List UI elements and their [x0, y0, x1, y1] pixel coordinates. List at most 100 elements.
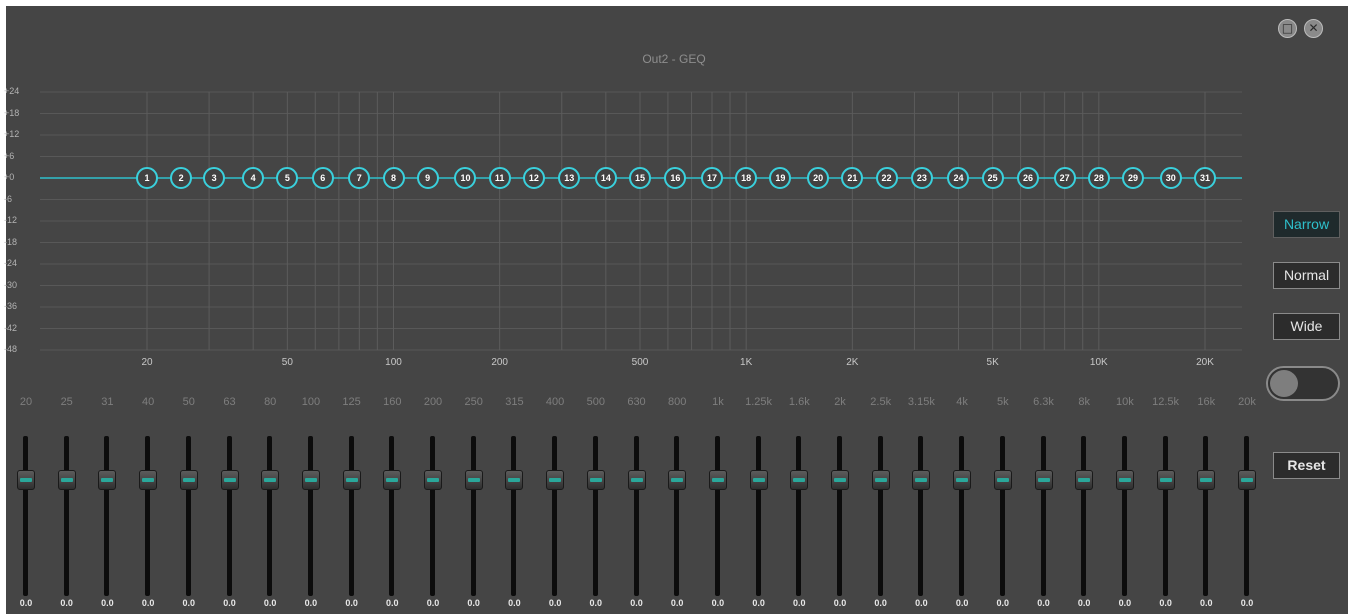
- normal-button[interactable]: Normal: [1273, 262, 1340, 289]
- fader-7[interactable]: [261, 436, 280, 596]
- bypass-toggle[interactable]: [1266, 366, 1340, 401]
- fader-23[interactable]: [912, 436, 931, 596]
- band-node-28[interactable]: 28: [1087, 167, 1110, 189]
- fader-15[interactable]: [586, 436, 605, 596]
- fader-16[interactable]: [627, 436, 646, 596]
- fader-value: 0.0: [101, 598, 114, 608]
- fader-knob[interactable]: [1156, 470, 1175, 490]
- fader-28[interactable]: [1115, 436, 1134, 596]
- band-node-6[interactable]: 6: [311, 167, 334, 189]
- fader-13[interactable]: [505, 436, 524, 596]
- band-node-3[interactable]: 3: [203, 167, 226, 189]
- fader-17[interactable]: [668, 436, 687, 596]
- narrow-button[interactable]: Narrow: [1273, 211, 1340, 238]
- fader-19[interactable]: [749, 436, 768, 596]
- fader-9[interactable]: [342, 436, 361, 596]
- band-node-22[interactable]: 22: [875, 167, 898, 189]
- fader-24[interactable]: [953, 436, 972, 596]
- band-node-4[interactable]: 4: [242, 167, 265, 189]
- band-node-23[interactable]: 23: [910, 167, 933, 189]
- fader-knob[interactable]: [668, 470, 687, 490]
- band-node-9[interactable]: 9: [416, 167, 439, 189]
- fader-6[interactable]: [220, 436, 239, 596]
- fader-knob[interactable]: [261, 470, 280, 490]
- fader-knob[interactable]: [220, 470, 239, 490]
- band-node-29[interactable]: 29: [1122, 167, 1144, 189]
- fader-1[interactable]: [17, 436, 35, 596]
- band-node-18[interactable]: 18: [735, 167, 758, 189]
- fader-knob[interactable]: [1197, 470, 1216, 490]
- fader-knob[interactable]: [1034, 470, 1053, 490]
- band-node-30[interactable]: 30: [1159, 167, 1182, 189]
- fader-knob[interactable]: [749, 470, 768, 490]
- band-node-17[interactable]: 17: [700, 167, 723, 189]
- fader-11[interactable]: [424, 436, 442, 596]
- band-node-2[interactable]: 2: [170, 167, 193, 189]
- fader-knob[interactable]: [1238, 470, 1256, 490]
- fader-knob[interactable]: [1075, 470, 1094, 490]
- fader-knob[interactable]: [993, 470, 1012, 490]
- fader-knob[interactable]: [57, 470, 76, 490]
- fader-3[interactable]: [98, 436, 117, 596]
- band-node-15[interactable]: 15: [629, 167, 651, 189]
- fader-knob[interactable]: [586, 470, 605, 490]
- band-node-8[interactable]: 8: [382, 167, 405, 189]
- fader-30[interactable]: [1197, 436, 1216, 596]
- fader-29[interactable]: [1156, 436, 1175, 596]
- fader-knob[interactable]: [17, 470, 35, 490]
- fader-knob[interactable]: [546, 470, 565, 490]
- fader-knob[interactable]: [301, 470, 320, 490]
- fader-4[interactable]: [139, 436, 158, 596]
- fader-18[interactable]: [708, 436, 727, 596]
- band-node-12[interactable]: 12: [522, 167, 545, 189]
- fader-knob[interactable]: [98, 470, 117, 490]
- fader-knob[interactable]: [383, 470, 402, 490]
- fader-freq-label: 2.5k: [870, 396, 892, 408]
- fader-8[interactable]: [301, 436, 320, 596]
- band-node-11[interactable]: 11: [488, 167, 511, 189]
- fader-value: 0.0: [589, 598, 603, 608]
- band-node-26[interactable]: 26: [1017, 167, 1040, 189]
- fader-knob[interactable]: [424, 470, 442, 490]
- fader-31[interactable]: [1238, 436, 1256, 596]
- wide-button[interactable]: Wide: [1273, 313, 1340, 340]
- band-node-27[interactable]: 27: [1053, 167, 1076, 189]
- fader-2[interactable]: [57, 436, 76, 596]
- fader-27[interactable]: [1075, 436, 1094, 596]
- fader-knob[interactable]: [179, 470, 198, 490]
- fader-knob[interactable]: [708, 470, 727, 490]
- band-node-25[interactable]: 25: [981, 167, 1004, 189]
- fader-22[interactable]: [871, 436, 890, 596]
- y-axis-label: +18: [4, 107, 20, 118]
- fader-knob[interactable]: [627, 470, 646, 490]
- fader-21[interactable]: [831, 436, 849, 596]
- fader-knob[interactable]: [912, 470, 931, 490]
- fader-12[interactable]: [464, 436, 483, 596]
- fader-26[interactable]: [1034, 436, 1053, 596]
- fader-knob[interactable]: [505, 470, 524, 490]
- y-axis-label: -18: [4, 236, 18, 247]
- fader-value: 0.0: [1200, 598, 1213, 608]
- fader-knob[interactable]: [1115, 470, 1134, 490]
- band-node-1[interactable]: 1: [136, 167, 158, 189]
- fader-knob[interactable]: [790, 470, 809, 490]
- fader-knob[interactable]: [953, 470, 972, 490]
- band-node-14[interactable]: 14: [594, 167, 617, 189]
- reset-button[interactable]: Reset: [1273, 452, 1340, 479]
- band-node-20[interactable]: 20: [807, 167, 830, 189]
- fader-knob[interactable]: [342, 470, 361, 490]
- fader-freq-label: 20k: [1238, 396, 1256, 408]
- fader-10[interactable]: [383, 436, 402, 596]
- fader-knob[interactable]: [871, 470, 890, 490]
- fader-20[interactable]: [790, 436, 809, 596]
- fader-knob[interactable]: [139, 470, 158, 490]
- fader-5[interactable]: [179, 436, 198, 596]
- fader-freq-label: 12.5k: [1152, 396, 1180, 408]
- fader-knob[interactable]: [831, 470, 849, 490]
- band-node-31[interactable]: 31: [1194, 167, 1216, 189]
- fader-14[interactable]: [546, 436, 565, 596]
- fader-track: [145, 436, 151, 596]
- fader-track: [959, 436, 965, 596]
- fader-25[interactable]: [993, 436, 1012, 596]
- fader-knob[interactable]: [464, 470, 483, 490]
